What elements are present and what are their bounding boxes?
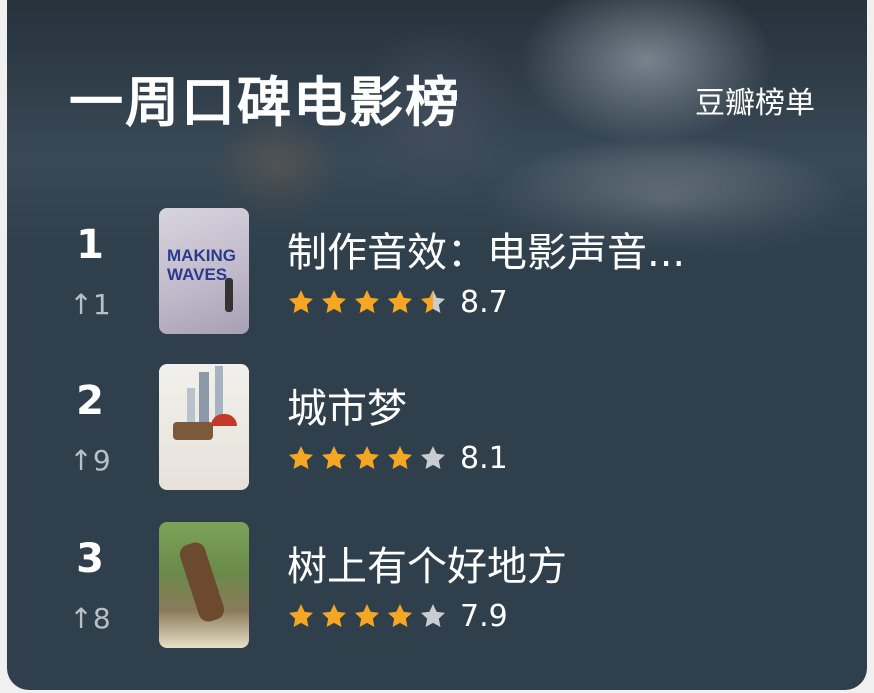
star-empty-icon <box>420 604 446 627</box>
list-item[interactable]: 1 ↑1 MAKING WAVES 制作音效：电影声音... 8.7 <box>7 200 867 340</box>
card-title: 一周口碑电影榜 <box>69 71 461 134</box>
star-rating <box>287 602 452 630</box>
star-rating <box>287 444 452 472</box>
rating-score: 8.1 <box>460 440 508 476</box>
star-rating <box>287 288 452 316</box>
star-filled-icon <box>288 604 314 627</box>
star-filled-icon <box>321 290 347 313</box>
rating: 7.9 <box>287 598 508 634</box>
movie-title[interactable]: 树上有个好地方 <box>287 534 567 592</box>
star-filled-icon <box>321 446 347 469</box>
star-filled-icon <box>354 290 380 313</box>
star-half-icon <box>420 290 446 313</box>
star-filled-icon <box>354 604 380 627</box>
rank-change: ↑9 <box>69 444 111 477</box>
douban-chart-link[interactable]: 豆瓣榜单 <box>695 78 815 122</box>
movie-title[interactable]: 城市梦 <box>287 376 407 434</box>
poster-title: MAKING WAVES <box>167 246 236 284</box>
star-filled-icon <box>387 446 413 469</box>
movie-poster[interactable] <box>159 522 249 648</box>
movie-poster[interactable]: MAKING WAVES <box>159 208 249 334</box>
rank-number: 2 <box>76 378 104 424</box>
star-filled-icon <box>288 290 314 313</box>
movie-title[interactable]: 制作音效：电影声音... <box>287 220 685 278</box>
list-item[interactable]: 2 ↑9 城市梦 8.1 <box>7 356 867 496</box>
rank-change: ↑8 <box>69 602 111 635</box>
weekly-movie-ranking-card[interactable]: 一周口碑电影榜 豆瓣榜单 1 ↑1 MAKING WAVES 制作音效：电影声音… <box>7 0 867 690</box>
rating-score: 7.9 <box>460 598 508 634</box>
rank-change: ↑1 <box>69 288 111 321</box>
star-filled-icon <box>387 604 413 627</box>
rank-number: 1 <box>76 222 104 268</box>
star-filled-icon <box>288 446 314 469</box>
star-empty-icon <box>420 446 446 469</box>
rating: 8.1 <box>287 440 508 476</box>
rating-score: 8.7 <box>460 284 508 320</box>
movie-poster[interactable] <box>159 364 249 490</box>
rating: 8.7 <box>287 284 508 320</box>
star-filled-icon <box>321 604 347 627</box>
rank-number: 3 <box>76 536 104 582</box>
list-item[interactable]: 3 ↑8 树上有个好地方 7.9 <box>7 514 867 654</box>
star-filled-icon <box>354 446 380 469</box>
star-filled-icon <box>387 290 413 313</box>
